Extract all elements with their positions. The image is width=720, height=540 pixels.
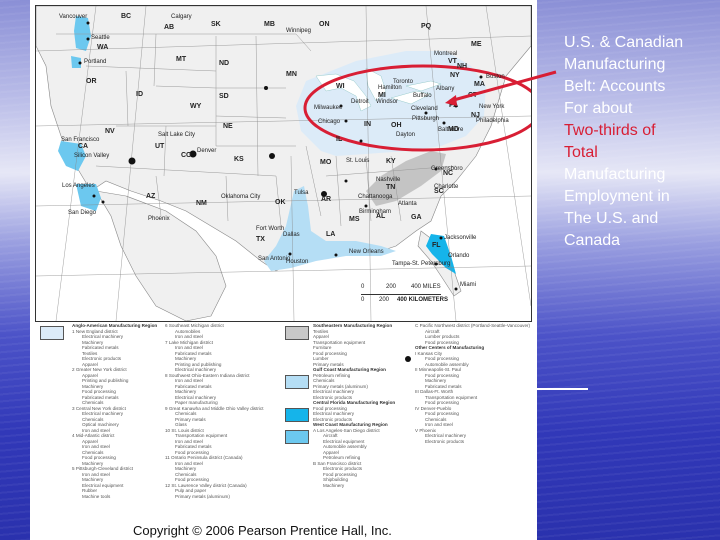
central-florida-swatch	[285, 408, 309, 422]
legend-region-title: Gulf Coast Manufacturing Region	[313, 367, 386, 372]
legend-region-title: Southeastern Manufacturing Region	[313, 323, 393, 328]
divider-line	[534, 388, 588, 390]
map-legend: Anglo-American Manufacturing Region 1 New…	[35, 323, 530, 523]
caption-line: Manufacturing	[564, 56, 666, 73]
caption-line: Two-thirds of	[564, 122, 656, 139]
caption-line: The U.S. and	[564, 210, 659, 227]
caption-line: For about	[564, 100, 633, 117]
legend-column-anglo-1: Anglo-American Manufacturing Region 1 New…	[72, 323, 157, 499]
legend-region-title: West Coast Manufacturing Region	[313, 422, 388, 427]
anglo-region-swatch	[40, 326, 64, 340]
legend-column-other: C Pacific Northwest district (Portland-S…	[415, 323, 530, 444]
other-centers-dot-icon	[405, 356, 411, 362]
legend-item: Machine tools	[82, 493, 111, 499]
legend-column-regions: Southeastern Manufacturing Region Textile…	[313, 323, 395, 488]
legend-region-title: Anglo-American Manufacturing Region	[72, 323, 158, 328]
caption-line: Belt: Accounts	[564, 78, 666, 95]
legend-item: Electronic products	[425, 438, 465, 444]
legend-region-title: Central Florida Manufacturing Region	[313, 400, 396, 405]
legend-column-anglo-2: 6 Southeast Michigan district Automobiles…	[165, 323, 263, 499]
gulf-coast-swatch	[285, 375, 309, 389]
legend-district: C Pacific Northwest district (Portland-S…	[415, 323, 531, 328]
caption-line: Total	[564, 144, 598, 161]
caption-line: Employment in	[564, 188, 670, 205]
caption-line: U.S. & Canadian	[564, 34, 684, 51]
legend-item: Machinery	[323, 482, 345, 488]
west-coast-swatch	[285, 430, 309, 444]
southeastern-swatch	[285, 326, 309, 340]
caption-line: Manufacturing	[564, 166, 666, 183]
slide-caption: U.S. & Canadian Manufacturing Belt: Accoun…	[564, 32, 714, 252]
legend-item: Primary metals (aluminum)	[175, 493, 230, 499]
copyright-text: Copyright © 2006 Pearson Prentice Hall, …	[133, 523, 392, 538]
caption-line: Canada	[564, 232, 621, 249]
